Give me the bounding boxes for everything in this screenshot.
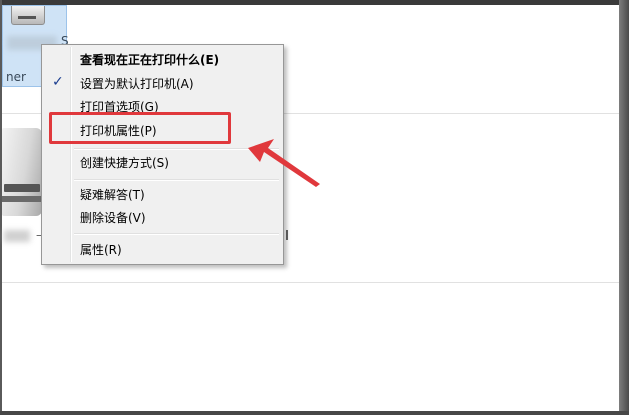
- highlight-box: [49, 112, 231, 144]
- printer-slot-icon: [4, 184, 40, 192]
- menu-item-label: 疑难解答(T): [80, 188, 145, 202]
- printer-body-icon: [2, 128, 42, 216]
- tile-label-fragment-2: ner: [6, 70, 26, 84]
- window-bottom-border: [0, 411, 629, 415]
- menu-item-remove-device[interactable]: 删除设备(V): [44, 206, 281, 228]
- printer-device-icon[interactable]: [2, 122, 44, 220]
- window-right-border: [619, 0, 629, 415]
- check-icon: ✓: [52, 74, 64, 90]
- menu-item-label: 创建快捷方式(S): [80, 156, 169, 170]
- menu-item-label: 删除设备(V): [80, 211, 146, 225]
- blurred-device-name: [4, 230, 30, 242]
- red-arrow-icon: [248, 139, 320, 187]
- menu-item-see-whats-printing[interactable]: 查看现在正在打印什么(E): [44, 48, 281, 70]
- text-cursor-mark: [286, 230, 288, 240]
- menu-item-properties[interactable]: 属性(R): [44, 238, 281, 260]
- menu-item-label: 设置为默认打印机(A): [80, 77, 194, 91]
- printer-tray-icon: [2, 196, 42, 202]
- section-divider: [2, 282, 619, 283]
- window-top-border: [0, 0, 629, 5]
- menu-item-set-default-printer[interactable]: ✓ 设置为默认打印机(A): [44, 72, 281, 94]
- menu-item-label: 属性(R): [80, 243, 122, 257]
- printer-icon: [11, 6, 45, 25]
- menu-item-label: 查看现在正在打印什么(E): [80, 53, 220, 67]
- menu-separator: [74, 233, 279, 235]
